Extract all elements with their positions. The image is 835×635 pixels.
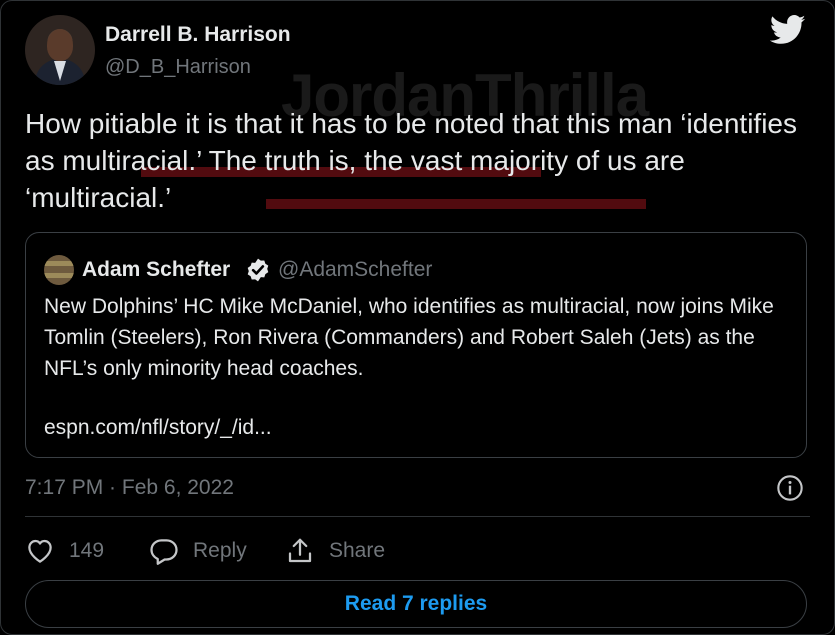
quoted-text: New Dolphins’ HC Mike McDaniel, who iden… bbox=[44, 295, 774, 380]
reply-icon bbox=[150, 539, 178, 565]
reply-label: Reply bbox=[193, 539, 247, 562]
share-label: Share bbox=[329, 539, 386, 562]
like-count: 149 bbox=[69, 539, 105, 562]
author-name[interactable]: Darrell B. Harrison bbox=[105, 23, 291, 47]
info-icon[interactable] bbox=[776, 474, 804, 502]
tweet-text: How pitiable it is that it has to be not… bbox=[25, 108, 797, 213]
verified-badge-icon bbox=[247, 258, 269, 282]
author-handle[interactable]: @D_B_Harrison bbox=[105, 56, 251, 79]
tweet-header: Darrell B. Harrison @D_B_Harrison bbox=[25, 15, 810, 87]
read-replies-button[interactable]: Read 7 replies bbox=[25, 580, 807, 628]
quoted-link[interactable]: espn.com/nfl/story/_/id... bbox=[44, 416, 272, 440]
share-icon bbox=[288, 538, 312, 563]
like-button[interactable]: 149 bbox=[25, 534, 104, 568]
quoted-tweet[interactable]: Adam Schefter @AdamSchefter New Dolphins… bbox=[25, 232, 807, 458]
avatar[interactable] bbox=[25, 15, 95, 85]
quoted-author-handle: @AdamSchefter bbox=[278, 258, 433, 281]
tweet-card: JordanThrilla Darrell B. Harrison @D_B_H… bbox=[0, 0, 835, 635]
reply-button[interactable]: Reply bbox=[149, 534, 247, 568]
heart-icon bbox=[28, 539, 52, 563]
quoted-avatar[interactable] bbox=[44, 255, 74, 285]
twitter-bird-icon[interactable] bbox=[770, 15, 806, 45]
divider bbox=[25, 516, 810, 517]
tweet-timestamp[interactable]: 7:17 PM · Feb 6, 2022 bbox=[25, 476, 234, 500]
quoted-author-name: Adam Schefter bbox=[82, 258, 231, 281]
share-button[interactable]: Share bbox=[285, 534, 385, 568]
